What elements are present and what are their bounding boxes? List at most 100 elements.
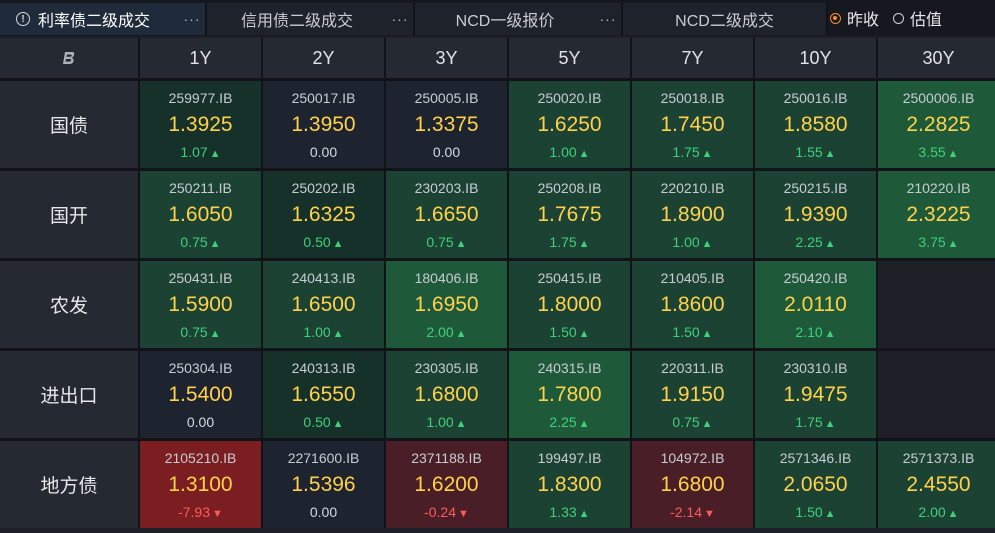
quote-cell[interactable]: 250415.IB 1.8000 1.50 [509, 261, 630, 348]
quote-cell[interactable]: 250018.IB 1.7450 1.75 [632, 81, 753, 168]
row-header: 农发 [0, 261, 138, 348]
yield-value: 1.8580 [783, 112, 848, 136]
tenor-header: 3Y [386, 38, 507, 78]
change-bp: 2.25 [549, 412, 589, 432]
yield-value: 1.5900 [168, 292, 233, 316]
bond-code: 2500006.IB [902, 89, 975, 106]
bond-code: 199497.IB [537, 449, 602, 466]
row-header: 进出口 [0, 351, 138, 438]
yield-value: 1.6950 [414, 292, 479, 316]
yield-value: 1.5400 [168, 382, 233, 406]
quote-cell[interactable]: 210220.IB 2.3225 3.75 [878, 171, 995, 258]
bond-code: 2271600.IB [287, 449, 360, 466]
quote-cell[interactable]: 250304.IB 1.5400 0.00 [140, 351, 261, 438]
radio-unselected-icon[interactable] [893, 12, 905, 24]
bond-code: 210220.IB [906, 179, 971, 196]
change-bp: 2.00 [918, 502, 958, 522]
yield-matrix: 1Y2Y3Y5Y7Y10Y30Y 国债 259977.IB 1.3925 1.07 250… [0, 38, 995, 528]
yield-value: 1.6800 [660, 472, 725, 496]
bond-code: 240413.IB [291, 269, 356, 286]
bond-code: 220210.IB [660, 179, 725, 196]
price-basis-radio-group: 昨收 估值 [830, 0, 942, 36]
change-bp: 1.00 [303, 322, 343, 342]
tab-label: 信用债二级成交 [240, 13, 353, 30]
quote-cell[interactable]: 2571373.IB 2.4550 2.00 [878, 441, 995, 528]
radio-valuation[interactable]: 估值 [893, 6, 942, 30]
change-bp: 1.50 [672, 322, 712, 342]
quote-cell[interactable]: 2571346.IB 2.0650 1.50 [755, 441, 876, 528]
tab-ncd-secondary[interactable]: NCD二级成交 [623, 3, 828, 35]
yield-value: 1.6200 [414, 472, 479, 496]
bond-code: 250018.IB [660, 89, 725, 106]
quote-cell[interactable]: 250005.IB 1.3375 0.00 [386, 81, 507, 168]
change-bp: 1.50 [549, 322, 589, 342]
bond-code: 250415.IB [537, 269, 602, 286]
bond-code: 2371188.IB [411, 449, 482, 466]
change-bp: 0.00 [309, 143, 338, 160]
empty-cell [878, 261, 995, 348]
quote-cell[interactable]: 250420.IB 2.0110 2.10 [755, 261, 876, 348]
tab-label: NCD一级报价 [455, 13, 555, 30]
change-bp: -7.93 [178, 502, 223, 522]
quote-cell[interactable]: 250017.IB 1.3950 0.00 [263, 81, 384, 168]
change-bp: 0.00 [186, 413, 215, 430]
more-icon[interactable]: ··· [179, 11, 205, 27]
quote-cell[interactable]: 250208.IB 1.7675 1.75 [509, 171, 630, 258]
bond-code: 180406.IB [414, 269, 479, 286]
quote-cell[interactable]: 240313.IB 1.6550 0.50 [263, 351, 384, 438]
quote-cell[interactable]: 104972.IB 1.6800 -2.14 [632, 441, 753, 528]
quote-cell[interactable]: 180406.IB 1.6950 2.00 [386, 261, 507, 348]
quote-cell[interactable]: 230310.IB 1.9475 1.75 [755, 351, 876, 438]
quote-cell[interactable]: 240413.IB 1.6500 1.00 [263, 261, 384, 348]
quote-cell[interactable]: 240315.IB 1.7800 2.25 [509, 351, 630, 438]
bond-code: 250208.IB [537, 179, 602, 196]
more-icon[interactable]: ··· [387, 11, 413, 27]
more-icon[interactable]: ··· [595, 11, 621, 27]
quote-cell[interactable]: 250202.IB 1.6325 0.50 [263, 171, 384, 258]
yield-value: 1.6325 [291, 202, 356, 226]
change-bp: 3.75 [918, 232, 958, 252]
quote-cell[interactable]: 2105210.IB 1.3100 -7.93 [140, 441, 261, 528]
change-bp: 0.75 [180, 232, 220, 252]
yield-value: 2.0650 [783, 472, 848, 496]
quote-cell[interactable]: 2371188.IB 1.6200 -0.24 [386, 441, 507, 528]
quote-cell[interactable]: 199497.IB 1.8300 1.33 [509, 441, 630, 528]
bond-code: 2571373.IB [902, 449, 975, 466]
bond-code: 250304.IB [168, 359, 233, 376]
change-bp: 0.00 [309, 503, 338, 520]
quote-cell[interactable]: 230203.IB 1.6650 0.75 [386, 171, 507, 258]
quote-cell[interactable]: 250020.IB 1.6250 1.00 [509, 81, 630, 168]
tenor-header: 1Y [140, 38, 261, 78]
bond-code: 230203.IB [414, 179, 479, 196]
bond-code: 104972.IB [660, 449, 725, 466]
quote-cell[interactable]: 2271600.IB 1.5396 0.00 [263, 441, 384, 528]
quote-cell[interactable]: 250431.IB 1.5900 0.75 [140, 261, 261, 348]
bond-code: 250211.IB [169, 179, 232, 196]
radio-prev-close[interactable]: 昨收 [830, 6, 879, 30]
yield-value: 1.6250 [537, 112, 602, 136]
tab-credit-bond-secondary[interactable]: 信用债二级成交 ··· [207, 3, 415, 35]
quote-cell[interactable]: 259977.IB 1.3925 1.07 [140, 81, 261, 168]
quote-cell[interactable]: 250215.IB 1.9390 2.25 [755, 171, 876, 258]
quote-cell[interactable]: 220311.IB 1.9150 0.75 [632, 351, 753, 438]
radio-selected-icon[interactable] [830, 12, 841, 24]
quote-cell[interactable]: 250211.IB 1.6050 0.75 [140, 171, 261, 258]
yield-value: 1.9150 [660, 382, 725, 406]
change-bp: 2.00 [426, 322, 466, 342]
info-icon[interactable]: ! [16, 12, 30, 26]
tenor-header: 5Y [509, 38, 630, 78]
change-bp: 2.25 [795, 232, 835, 252]
bond-code: 230310.IB [783, 359, 848, 376]
quote-cell[interactable]: 230305.IB 1.6800 1.00 [386, 351, 507, 438]
row-header: 国开 [0, 171, 138, 258]
change-bp: -2.14 [670, 502, 715, 522]
quote-cell[interactable]: 210405.IB 1.8600 1.50 [632, 261, 753, 348]
tab-rate-bond-secondary[interactable]: ! 利率债二级成交 ··· [0, 3, 207, 35]
quote-cell[interactable]: 220210.IB 1.8900 1.00 [632, 171, 753, 258]
radio-label: 昨收 [847, 12, 880, 29]
bond-code: 250016.IB [783, 89, 848, 106]
bond-code: 230305.IB [414, 359, 479, 376]
quote-cell[interactable]: 250016.IB 1.8580 1.55 [755, 81, 876, 168]
quote-cell[interactable]: 2500006.IB 2.2825 3.55 [878, 81, 995, 168]
tab-ncd-primary[interactable]: NCD一级报价 ··· [415, 3, 623, 35]
